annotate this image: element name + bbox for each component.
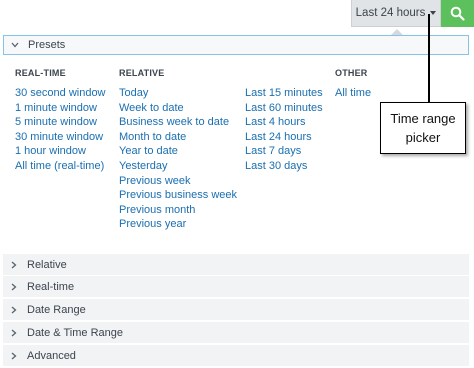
callout-text-line2: picker xyxy=(405,130,441,145)
preset-link[interactable]: Last 30 days xyxy=(245,159,323,174)
chevron-right-icon xyxy=(9,328,19,338)
section-label: Real-time xyxy=(27,280,75,293)
time-range-label: Last 24 hours xyxy=(355,7,426,19)
preset-link[interactable]: Last 24 hours xyxy=(245,130,323,145)
relative-column: RELATIVE Today Week to date Business wee… xyxy=(119,68,237,232)
chevron-right-icon xyxy=(9,305,19,315)
realtime-accordion-header[interactable]: Real-time xyxy=(3,276,469,297)
top-toolbar: Last 24 hours xyxy=(0,0,474,28)
caret-down-icon xyxy=(430,11,437,15)
preset-link[interactable]: Today xyxy=(119,86,237,101)
preset-link[interactable]: 1 hour window xyxy=(15,144,106,159)
date-range-accordion-header[interactable]: Date Range xyxy=(3,299,469,320)
preset-link[interactable]: All time xyxy=(335,86,371,101)
preset-link[interactable]: Week to date xyxy=(119,101,237,116)
preset-link[interactable]: Last 4 hours xyxy=(245,115,323,130)
preset-link[interactable]: 5 minute window xyxy=(15,115,106,130)
relative-last-list: Last 15 minutes Last 60 minutes Last 4 h… xyxy=(245,86,323,174)
chevron-right-icon xyxy=(9,282,19,292)
callout-text-line1: Time range xyxy=(390,111,456,126)
realtime-heading: REAL-TIME xyxy=(15,68,66,78)
relative-heading: RELATIVE xyxy=(119,68,165,78)
presets-accordion-header[interactable]: Presets xyxy=(3,35,469,55)
search-icon xyxy=(450,6,465,21)
preset-link[interactable]: Month to date xyxy=(119,130,237,145)
other-column: OTHER All time xyxy=(335,68,371,101)
preset-link[interactable]: Previous year xyxy=(119,217,237,232)
preset-link[interactable]: 1 minute window xyxy=(15,101,106,116)
presets-label: Presets xyxy=(28,39,66,51)
preset-link[interactable]: Business week to date xyxy=(119,115,237,130)
chevron-right-icon xyxy=(9,351,19,361)
relative-last-column: Last 15 minutes Last 60 minutes Last 4 h… xyxy=(245,68,323,174)
chevron-down-icon xyxy=(10,40,20,50)
other-list: All time xyxy=(335,86,371,101)
section-label: Date Range xyxy=(27,303,86,316)
chevron-right-icon xyxy=(9,260,19,270)
preset-link[interactable]: Last 7 days xyxy=(245,144,323,159)
date-time-range-accordion-header[interactable]: Date & Time Range xyxy=(3,322,469,343)
search-button[interactable] xyxy=(441,0,474,27)
callout-pointer-line xyxy=(428,14,430,102)
preset-link[interactable]: Previous business week xyxy=(119,188,237,203)
preset-link[interactable]: 30 second window xyxy=(15,86,106,101)
preset-link[interactable]: Previous month xyxy=(119,203,237,218)
advanced-accordion-header[interactable]: Advanced xyxy=(3,345,469,366)
section-label: Relative xyxy=(27,258,67,271)
preset-link[interactable]: Yesterday xyxy=(119,159,237,174)
preset-link[interactable]: Last 60 minutes xyxy=(245,101,323,116)
preset-link[interactable]: 30 minute window xyxy=(15,130,106,145)
section-label: Date & Time Range xyxy=(27,326,123,339)
preset-link[interactable]: Last 15 minutes xyxy=(245,86,323,101)
realtime-list: 30 second window 1 minute window 5 minut… xyxy=(15,86,106,174)
relative-accordion-header[interactable]: Relative xyxy=(3,254,469,275)
other-heading: OTHER xyxy=(335,68,368,78)
section-label: Advanced xyxy=(27,349,76,362)
relative-list: Today Week to date Business week to date… xyxy=(119,86,237,232)
realtime-column: REAL-TIME 30 second window 1 minute wind… xyxy=(15,68,106,174)
preset-link[interactable]: All time (real-time) xyxy=(15,159,106,174)
preset-link[interactable]: Year to date xyxy=(119,144,237,159)
preset-link[interactable]: Previous week xyxy=(119,174,237,189)
time-range-picker-callout: Time range picker xyxy=(380,102,466,154)
